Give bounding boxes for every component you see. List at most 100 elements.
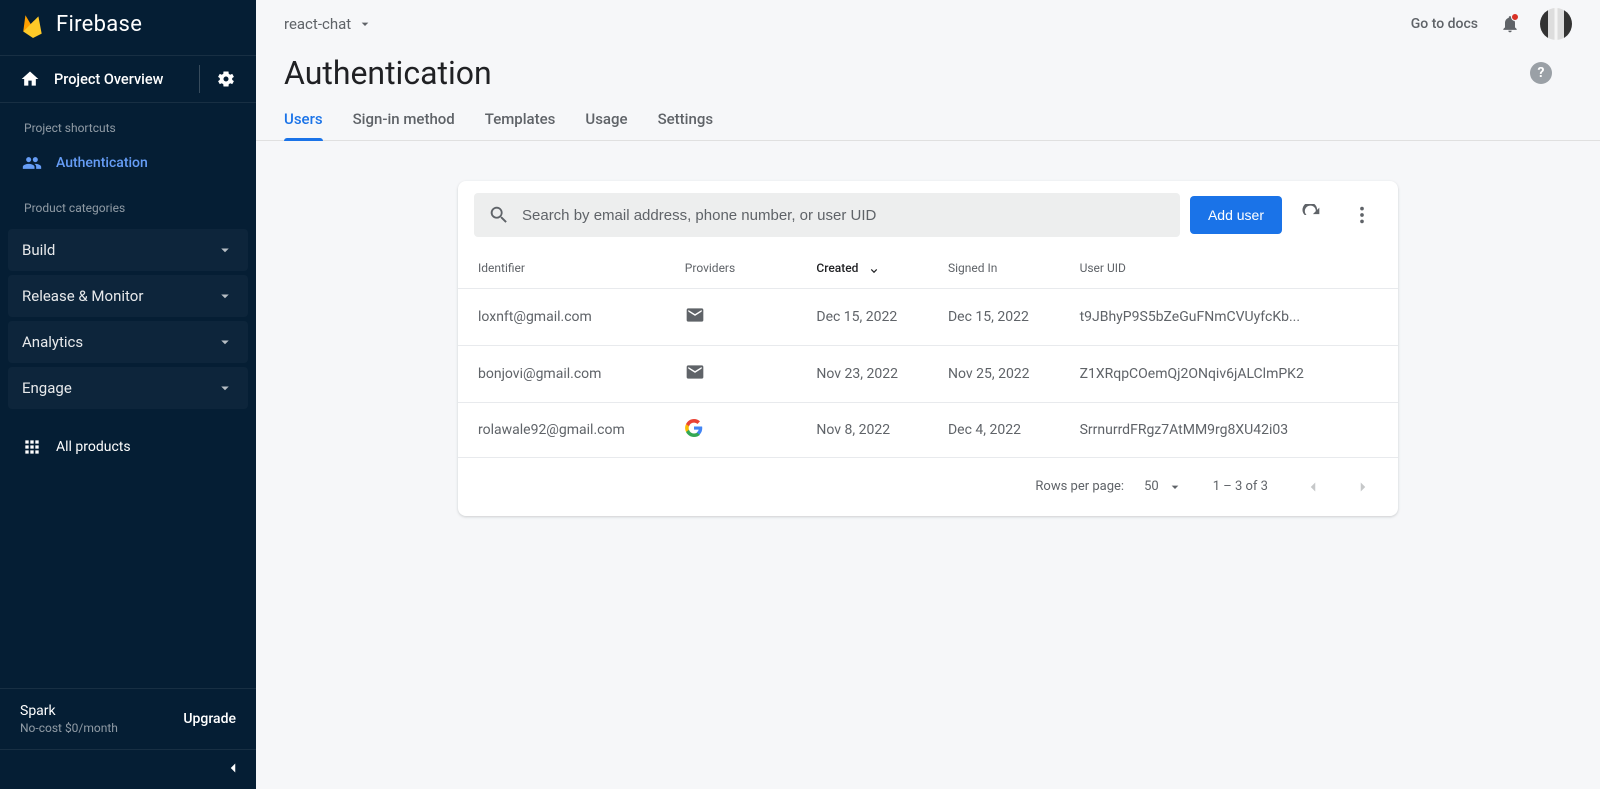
cell-signed-in: Nov 25, 2022 bbox=[928, 345, 1060, 402]
chevron-down-icon bbox=[216, 241, 234, 259]
rows-per-page-select[interactable]: 50 bbox=[1144, 479, 1183, 495]
cell-provider bbox=[665, 288, 797, 345]
spark-plan-sub: No-cost $0/month bbox=[20, 721, 118, 735]
tabs: Users Sign-in method Templates Usage Set… bbox=[256, 92, 1600, 141]
project-settings-button[interactable] bbox=[206, 59, 246, 99]
cat-release-label: Release & Monitor bbox=[22, 287, 143, 305]
cell-uid: t9JBhyP9S5bZeGuFNmCVUyfcKb... bbox=[1060, 288, 1398, 345]
tab-templates[interactable]: Templates bbox=[485, 110, 556, 140]
users-table: Identifier Providers Created Signed In U… bbox=[458, 249, 1398, 458]
triangle-down-icon bbox=[357, 16, 373, 32]
vertical-divider bbox=[199, 65, 200, 93]
page-header: Authentication ? bbox=[256, 48, 1600, 92]
refresh-button[interactable] bbox=[1292, 195, 1332, 235]
help-button[interactable]: ? bbox=[1530, 62, 1552, 84]
user-avatar[interactable] bbox=[1540, 8, 1572, 40]
firebase-logo-icon bbox=[20, 12, 46, 38]
go-to-docs-link[interactable]: Go to docs bbox=[1411, 16, 1478, 32]
col-created[interactable]: Created bbox=[796, 249, 928, 288]
arrow-down-icon bbox=[867, 262, 881, 276]
chevron-left-icon bbox=[1304, 478, 1322, 496]
categories-section-label: Product categories bbox=[0, 183, 256, 223]
tab-users[interactable]: Users bbox=[284, 110, 323, 140]
cell-uid: Z1XRqpCOemQj2ONqiv6jALClmPK2 bbox=[1060, 345, 1398, 402]
table-row[interactable]: bonjovi@gmail.com Nov 23, 2022Nov 25, 202… bbox=[458, 345, 1398, 402]
chevron-down-icon bbox=[216, 333, 234, 351]
cat-analytics-label: Analytics bbox=[22, 333, 83, 351]
chevron-down-icon bbox=[216, 379, 234, 397]
users-card: Add user Identifier Providers Created bbox=[458, 181, 1398, 516]
google-icon bbox=[685, 419, 703, 437]
rows-per-page-label: Rows per page: bbox=[1035, 479, 1124, 494]
chevron-left-icon bbox=[224, 759, 242, 777]
upgrade-button[interactable]: Upgrade bbox=[183, 711, 236, 727]
more-vert-icon bbox=[1351, 204, 1373, 226]
tab-sign-in-method[interactable]: Sign-in method bbox=[353, 110, 455, 140]
col-identifier[interactable]: Identifier bbox=[458, 249, 665, 288]
all-products-label: All products bbox=[56, 439, 131, 455]
sidebar-cat-build[interactable]: Build bbox=[8, 229, 248, 271]
search-container bbox=[474, 193, 1180, 237]
triangle-down-icon bbox=[1167, 479, 1183, 495]
cell-identifier: rolawale92@gmail.com bbox=[458, 402, 665, 457]
main-area: react-chat Go to docs Authentication ? U… bbox=[256, 0, 1600, 789]
tab-settings[interactable]: Settings bbox=[658, 110, 714, 140]
topbar: react-chat Go to docs bbox=[256, 0, 1600, 48]
page-title: Authentication bbox=[284, 54, 492, 92]
col-providers[interactable]: Providers bbox=[665, 249, 797, 288]
card-toolbar: Add user bbox=[458, 181, 1398, 249]
cell-created: Nov 23, 2022 bbox=[796, 345, 928, 402]
shortcuts-section-label: Project shortcuts bbox=[0, 103, 256, 143]
cell-identifier: bonjovi@gmail.com bbox=[458, 345, 665, 402]
col-uid[interactable]: User UID bbox=[1060, 249, 1398, 288]
col-signed-in[interactable]: Signed In bbox=[928, 249, 1060, 288]
sidebar-project-overview[interactable]: Project Overview bbox=[0, 55, 256, 103]
gear-icon bbox=[216, 69, 236, 89]
add-user-button[interactable]: Add user bbox=[1190, 196, 1282, 234]
page-range: 1 – 3 of 3 bbox=[1213, 479, 1268, 494]
sidebar-cat-release[interactable]: Release & Monitor bbox=[8, 275, 248, 317]
sidebar: Firebase Project Overview Project shortc… bbox=[0, 0, 256, 789]
search-input[interactable] bbox=[522, 207, 1166, 224]
search-icon bbox=[488, 204, 510, 226]
table-footer: Rows per page: 50 1 – 3 of 3 bbox=[458, 458, 1398, 516]
cat-build-label: Build bbox=[22, 241, 55, 259]
cat-engage-label: Engage bbox=[22, 379, 72, 397]
sidebar-spacer bbox=[0, 473, 256, 688]
cell-provider bbox=[665, 345, 797, 402]
content-area: Add user Identifier Providers Created bbox=[256, 141, 1600, 516]
prev-page-button[interactable] bbox=[1298, 472, 1328, 502]
sidebar-collapse-row bbox=[0, 749, 256, 789]
project-name: react-chat bbox=[284, 15, 351, 33]
refresh-icon bbox=[1301, 204, 1323, 226]
table-row[interactable]: loxnft@gmail.comDec 15, 2022Dec 15, 2022… bbox=[458, 288, 1398, 345]
sidebar-item-authentication[interactable]: Authentication bbox=[0, 143, 256, 183]
email-icon bbox=[685, 305, 705, 325]
chevron-down-icon bbox=[216, 287, 234, 305]
cell-created: Nov 8, 2022 bbox=[796, 402, 928, 457]
sidebar-categories: Build Release & Monitor Analytics Engage bbox=[0, 223, 256, 415]
shortcut-auth-label: Authentication bbox=[56, 155, 148, 171]
sidebar-all-products[interactable]: All products bbox=[0, 421, 256, 473]
notification-dot bbox=[1511, 13, 1519, 21]
spark-plan-name: Spark bbox=[20, 703, 118, 719]
apps-icon bbox=[22, 437, 42, 457]
notifications-button[interactable] bbox=[1494, 8, 1526, 40]
firebase-brand[interactable]: Firebase bbox=[0, 0, 256, 55]
cell-provider bbox=[665, 402, 797, 457]
brand-text: Firebase bbox=[56, 12, 142, 37]
cell-signed-in: Dec 4, 2022 bbox=[928, 402, 1060, 457]
tab-usage[interactable]: Usage bbox=[585, 110, 627, 140]
more-options-button[interactable] bbox=[1342, 195, 1382, 235]
cell-identifier: loxnft@gmail.com bbox=[458, 288, 665, 345]
project-selector[interactable]: react-chat bbox=[284, 15, 373, 33]
table-row[interactable]: rolawale92@gmail.com Nov 8, 2022Dec 4, 20… bbox=[458, 402, 1398, 457]
people-icon bbox=[22, 153, 42, 173]
cell-created: Dec 15, 2022 bbox=[796, 288, 928, 345]
collapse-sidebar-button[interactable] bbox=[224, 759, 242, 781]
sidebar-cat-analytics[interactable]: Analytics bbox=[8, 321, 248, 363]
next-page-button[interactable] bbox=[1348, 472, 1378, 502]
sidebar-cat-engage[interactable]: Engage bbox=[8, 367, 248, 409]
rows-per-page-value: 50 bbox=[1144, 479, 1159, 494]
cell-uid: SrrnurrdFRgz7AtMM9rg8XU42i03 bbox=[1060, 402, 1398, 457]
